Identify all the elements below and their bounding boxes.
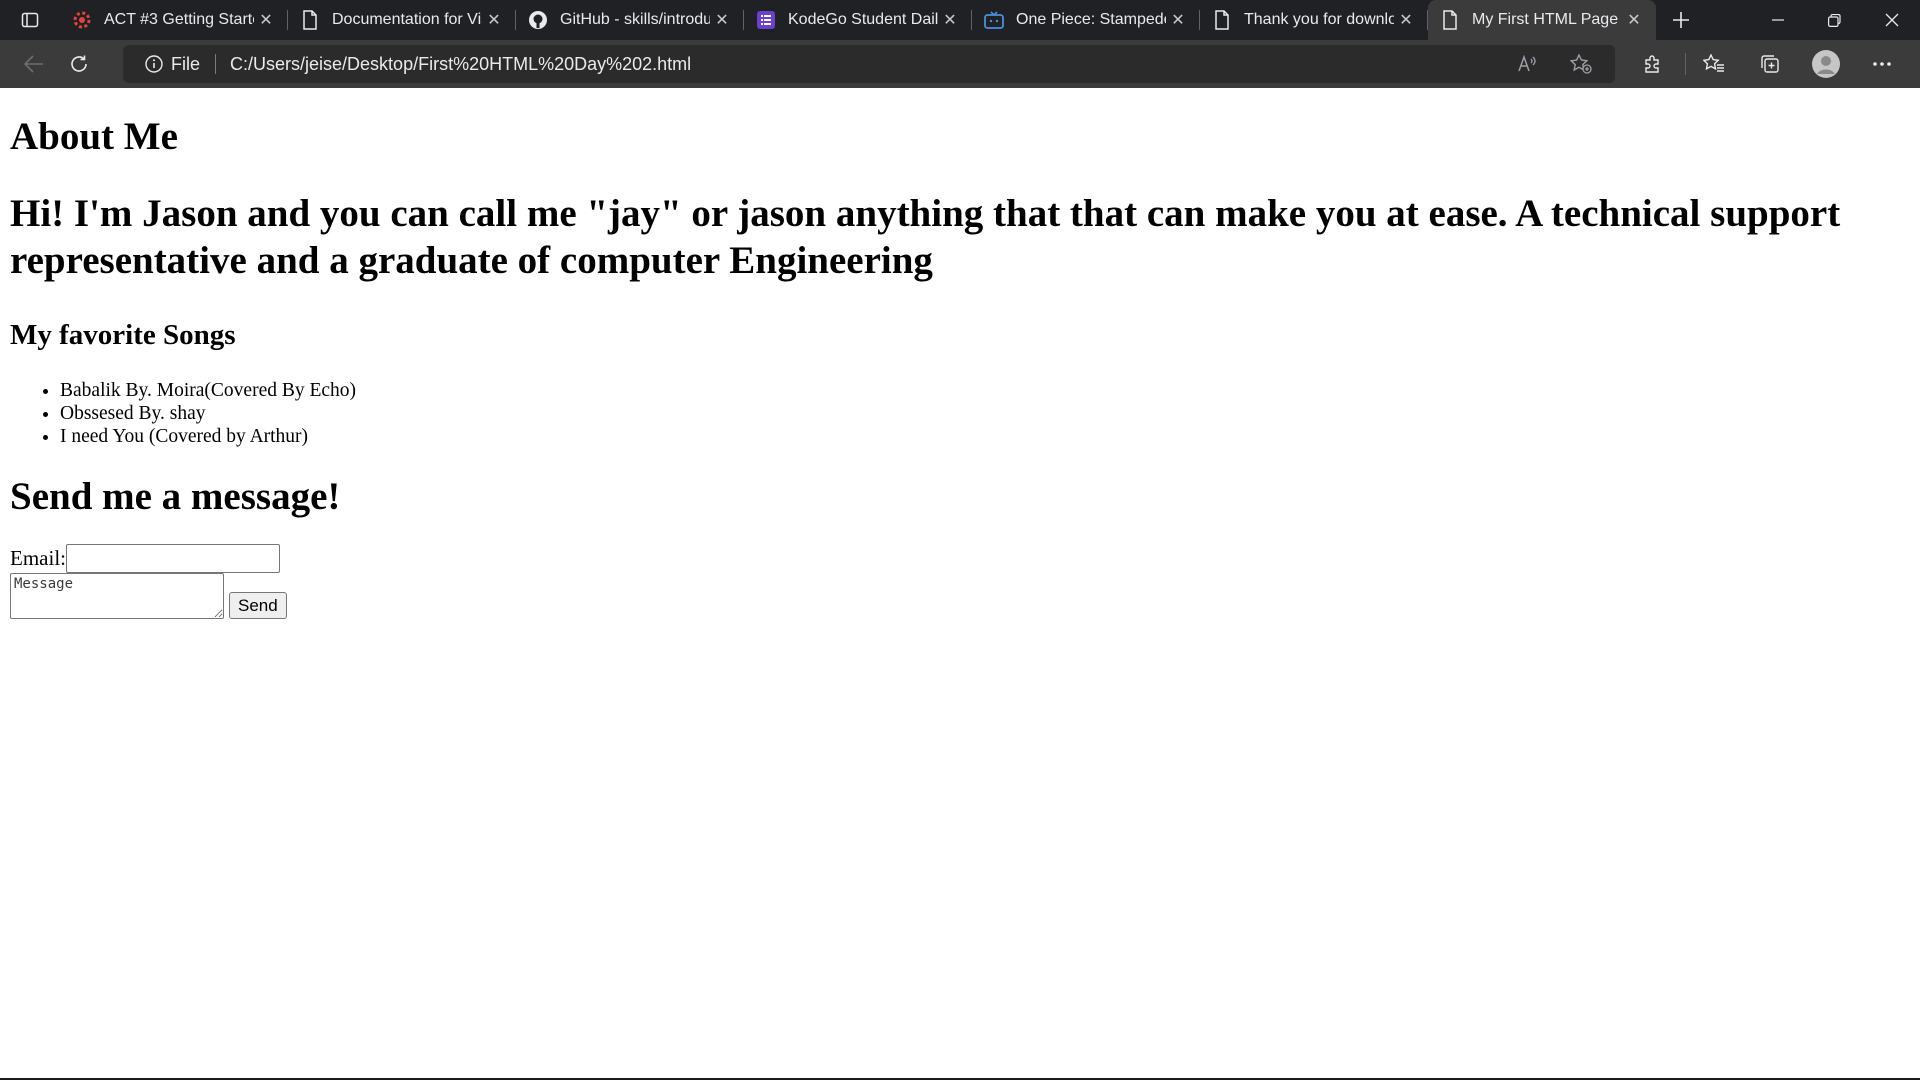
collections-button[interactable] <box>1746 44 1794 84</box>
red-gear-icon <box>72 10 92 30</box>
tab-list: ACT #3 Getting Started ✕ Documentation f… <box>60 0 1656 40</box>
songs-heading: My favorite Songs <box>10 318 236 351</box>
intro-text: Hi! I'm Jason and you can call me "jay" … <box>10 191 1841 282</box>
message-form: Email: Send <box>10 544 1910 620</box>
favorites-button[interactable] <box>1690 44 1738 84</box>
toolbar-actions <box>1629 44 1914 84</box>
tab-title: One Piece: Stampede <box>1016 11 1166 28</box>
tab-title: KodeGo Student Daily <box>788 11 938 28</box>
page-icon <box>1440 10 1460 30</box>
github-icon <box>528 10 548 30</box>
email-field[interactable] <box>66 544 280 574</box>
url-text[interactable]: C:/Users/jeise/Desktop/First%20HTML%20Da… <box>230 54 1493 75</box>
back-arrow-icon <box>24 55 43 73</box>
close-tab-icon[interactable]: ✕ <box>482 8 506 32</box>
message-heading: Send me a message! <box>10 474 341 518</box>
tab[interactable]: One Piece: Stampede ✕ <box>972 0 1200 40</box>
new-tab-button[interactable] <box>1656 0 1706 40</box>
browser-toolbar: File C:/Users/jeise/Desktop/First%20HTML… <box>0 40 1920 88</box>
add-favorite-button[interactable] <box>1561 46 1601 82</box>
page-icon <box>1212 10 1232 30</box>
tab[interactable]: GitHub - skills/introduction ✕ <box>516 0 744 40</box>
tab-strip: ACT #3 Getting Started ✕ Documentation f… <box>0 0 1920 40</box>
page-content: About Me Hi! I'm Jason and you can call … <box>0 114 1920 620</box>
site-info-button[interactable]: File <box>145 54 200 75</box>
address-bar-actions <box>1493 46 1601 82</box>
page-heading: About Me <box>10 115 178 158</box>
puzzle-icon <box>1645 55 1659 73</box>
tab-actions-button[interactable] <box>0 0 60 40</box>
close-tab-icon[interactable]: ✕ <box>254 8 278 32</box>
extensions-button[interactable] <box>1629 44 1677 84</box>
email-label: Email: <box>10 546 66 571</box>
list-item: Babalik By. Moira(Covered By Echo) <box>60 379 1910 402</box>
refresh-icon <box>71 55 87 72</box>
tv-icon <box>984 10 1004 30</box>
address-bar[interactable]: File C:/Users/jeise/Desktop/First%20HTML… <box>123 45 1615 83</box>
page-viewport: About Me Hi! I'm Jason and you can call … <box>0 88 1920 1078</box>
tab[interactable]: Thank you for downloading ✕ <box>1200 0 1428 40</box>
minimize-icon <box>1771 19 1784 21</box>
restore-button[interactable] <box>1806 0 1863 40</box>
tab-title: GitHub - skills/introduction <box>560 11 710 28</box>
email-row: Email: <box>10 544 1910 574</box>
close-tab-icon[interactable]: ✕ <box>938 8 962 32</box>
tab-title: ACT #3 Getting Started <box>104 11 254 28</box>
restore-icon <box>1828 13 1841 27</box>
page-icon <box>300 10 320 30</box>
tab[interactable]: Documentation for Visual ✕ <box>288 0 516 40</box>
message-row: Send <box>10 573 1910 620</box>
settings-menu-button[interactable] <box>1858 44 1906 84</box>
tab-actions-icon <box>21 12 39 28</box>
plus-icon <box>1673 12 1689 28</box>
read-aloud-button[interactable] <box>1507 46 1547 82</box>
tab-title: Documentation for Visual <box>332 11 482 28</box>
close-icon <box>1885 13 1898 27</box>
toolbar-divider <box>1685 53 1686 75</box>
minimize-button[interactable] <box>1749 0 1806 40</box>
close-tab-icon[interactable]: ✕ <box>710 8 734 32</box>
address-divider <box>215 54 217 74</box>
close-tab-icon[interactable]: ✕ <box>1166 8 1190 32</box>
close-tab-icon[interactable]: ✕ <box>1622 8 1646 32</box>
more-icon <box>1873 62 1891 66</box>
info-icon <box>145 55 163 73</box>
window-controls <box>1749 0 1920 40</box>
star-add-icon <box>1570 54 1592 74</box>
tab-title: Thank you for downloading <box>1244 11 1394 28</box>
songs-list: Babalik By. Moira(Covered By Echo) Obsse… <box>10 379 1910 448</box>
tab-active[interactable]: My First HTML Page ✕ <box>1428 0 1656 40</box>
avatar-icon <box>1812 50 1840 78</box>
back-button[interactable] <box>12 42 56 86</box>
close-tab-icon[interactable]: ✕ <box>1394 8 1418 32</box>
browser-window: ACT #3 Getting Started ✕ Documentation f… <box>0 0 1920 1080</box>
list-icon <box>756 10 776 30</box>
tab-title: My First HTML Page <box>1472 11 1619 28</box>
profile-button[interactable] <box>1802 44 1850 84</box>
scheme-label: File <box>171 53 201 74</box>
close-window-button[interactable] <box>1863 0 1920 40</box>
refresh-button[interactable] <box>57 42 101 86</box>
collections-icon <box>1761 55 1779 73</box>
message-textarea[interactable] <box>10 573 224 620</box>
read-aloud-icon <box>1518 55 1536 72</box>
send-button[interactable]: Send <box>229 592 287 620</box>
favorites-icon <box>1703 54 1724 72</box>
tab[interactable]: ACT #3 Getting Started ✕ <box>60 0 288 40</box>
list-item: I need You (Covered by Arthur) <box>60 425 1910 448</box>
list-item: Obssesed By. shay <box>60 402 1910 425</box>
tab[interactable]: KodeGo Student Daily ✕ <box>744 0 972 40</box>
